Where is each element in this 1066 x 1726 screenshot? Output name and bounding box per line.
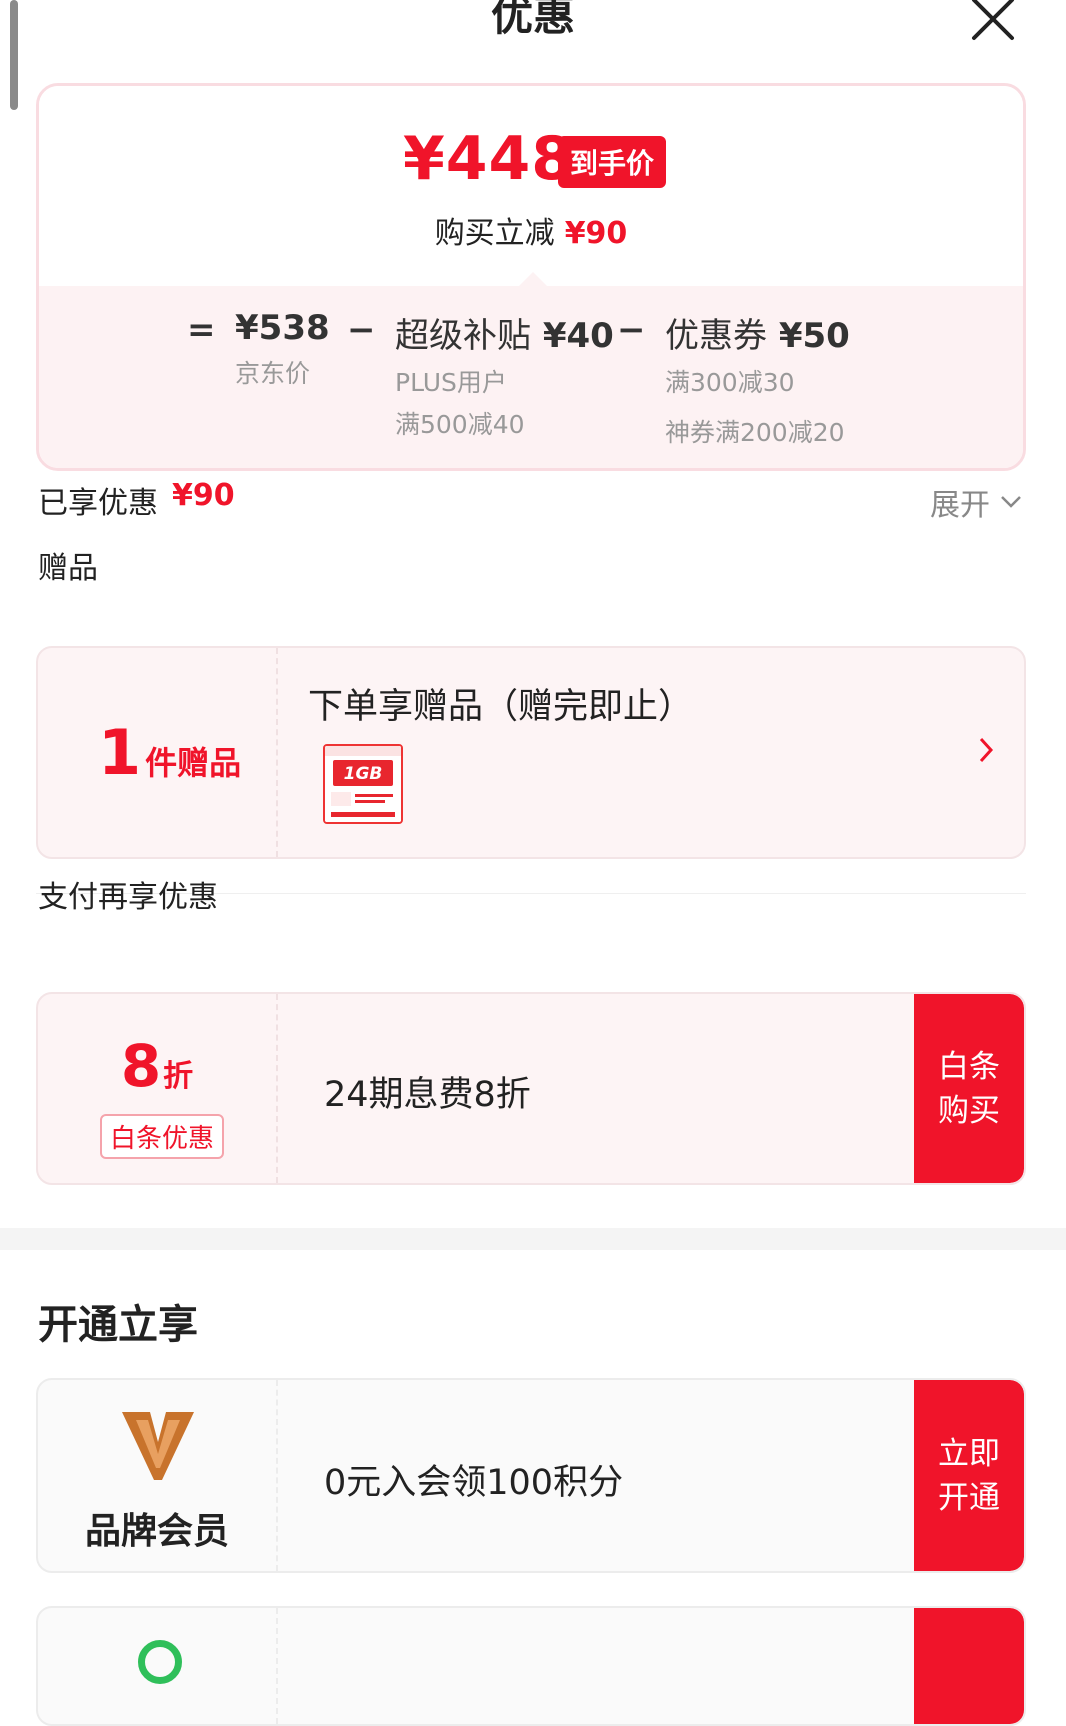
- member-name: 品牌会员: [84, 1511, 229, 1552]
- section-separator: [0, 1228, 1066, 1250]
- super-subsidy-amount: ¥40: [542, 316, 614, 356]
- gift-count-unit: 件赠品: [145, 744, 242, 782]
- open-member-label: 立即开通: [938, 1435, 1000, 1516]
- super-subsidy-sub1: PLUS用户: [395, 368, 507, 397]
- gift-count-number: 1: [98, 716, 142, 789]
- coupon-item: 优惠券 ¥50 满300减30 神券满200减20: [665, 308, 850, 449]
- close-button[interactable]: [968, 0, 1018, 44]
- gift-card[interactable]: 1 件赠品 下单享赠品（赠完即止） 1GB: [36, 646, 1026, 859]
- coupon-title: 优惠券: [665, 316, 767, 356]
- next-action-button[interactable]: [914, 1608, 1024, 1724]
- purchase-discount-line: 购买立减 ¥90: [39, 208, 1023, 252]
- gift-section-label: 赠品: [38, 551, 98, 586]
- purchase-discount-amount: ¥90: [564, 216, 628, 251]
- member-card: 品牌会员 0元入会领100积分 立即开通: [36, 1378, 1026, 1573]
- super-subsidy-sub2: 满500减40: [395, 410, 525, 439]
- gift-title: 下单享赠品（赠完即止）: [308, 687, 694, 727]
- minus-sign: −: [617, 310, 646, 350]
- gift-thumbnail[interactable]: 1GB: [323, 744, 403, 824]
- equals-sign: =: [187, 310, 216, 350]
- next-card-left: [38, 1608, 278, 1724]
- baitiao-card: 8折 白条优惠 24期息费8折 白条购买: [36, 992, 1026, 1185]
- open-section-title: 开通立享: [38, 1302, 198, 1348]
- coupon-amount: ¥50: [778, 316, 850, 356]
- expand-label: 展开: [930, 488, 990, 523]
- purchase-discount-label: 购买立减: [434, 216, 555, 251]
- sim-card-image: 1GB: [325, 746, 401, 822]
- baitiao-rate-number: 8: [120, 1032, 162, 1100]
- price-summary-card: ¥448 到手价 购买立减 ¥90 = ¥538 京东价 − 超级补贴 ¥40 P…: [36, 83, 1026, 471]
- final-price: ¥448: [403, 124, 574, 194]
- price-breakdown: = ¥538 京东价 − 超级补贴 ¥40 PLUS用户 满500减40 − 优…: [39, 272, 1023, 468]
- expand-button[interactable]: 展开: [930, 480, 1022, 524]
- final-price-badge: 到手价: [558, 136, 667, 188]
- pointer-arrow: [519, 272, 547, 286]
- jd-price-amount: ¥538: [235, 308, 330, 348]
- price-summary-top: ¥448 到手价 购买立减 ¥90: [39, 86, 1023, 286]
- open-member-button[interactable]: 立即开通: [914, 1380, 1024, 1571]
- enjoyed-discount-amount: ¥90: [172, 478, 235, 513]
- jd-price-item: ¥538 京东价: [235, 308, 330, 390]
- green-circle-icon: [138, 1640, 182, 1684]
- gift-detail-arrow[interactable]: [978, 736, 994, 768]
- coupon-sub2: 神券满200减20: [665, 418, 845, 447]
- enjoyed-discount-label: 已享优惠: [38, 486, 158, 521]
- chevron-down-icon: [1001, 496, 1021, 508]
- brand-member-logo-icon: [122, 1412, 194, 1480]
- next-promo-card: [36, 1606, 1026, 1726]
- minus-sign: −: [347, 310, 376, 350]
- member-card-left: 品牌会员: [38, 1380, 278, 1571]
- baitiao-card-left: 8折 白条优惠: [38, 994, 278, 1183]
- super-subsidy-title: 超级补贴: [395, 316, 531, 356]
- baitiao-rate-unit: 折: [163, 1059, 194, 1094]
- gift-count: 1 件赠品: [98, 716, 241, 789]
- page-title: 优惠: [490, 0, 575, 40]
- baitiao-buy-button[interactable]: 白条购买: [914, 994, 1024, 1183]
- baitiao-buy-label: 白条购买: [938, 1048, 1000, 1129]
- close-icon: [972, 0, 1014, 40]
- baitiao-description: 24期息费8折: [324, 1075, 531, 1115]
- super-subsidy-item: 超级补贴 ¥40 PLUS用户 满500减40: [395, 308, 614, 441]
- member-description: 0元入会领100积分: [324, 1463, 624, 1503]
- baitiao-rate: 8折: [38, 1032, 276, 1100]
- baitiao-tag: 白条优惠: [100, 1114, 225, 1159]
- pay-section-label: 支付再享优惠: [38, 880, 218, 915]
- jd-price-label: 京东价: [235, 359, 311, 388]
- chevron-right-icon: [979, 737, 994, 763]
- coupon-sub1: 满300减30: [665, 368, 795, 397]
- gift-thumb-text: 1GB: [344, 764, 383, 784]
- gift-card-left: 1 件赠品: [38, 648, 278, 857]
